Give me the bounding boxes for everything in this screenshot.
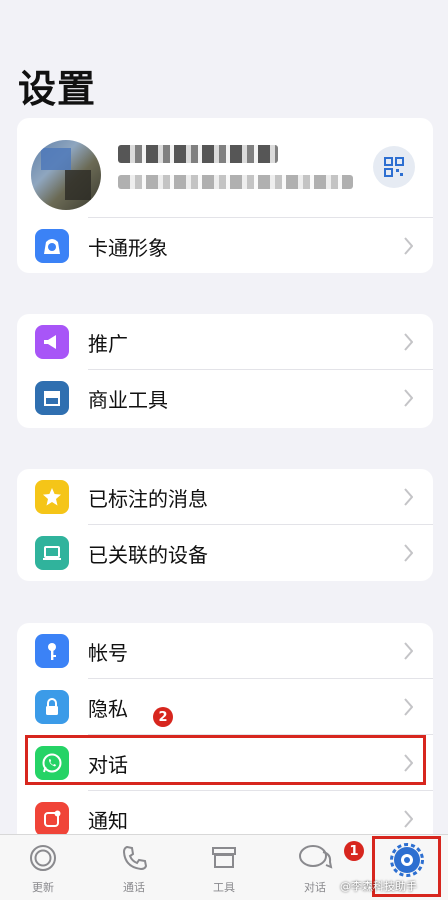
tab-label: 工具 (213, 881, 235, 894)
chevron-right-icon (404, 488, 413, 506)
settings-row-account[interactable]: 帐号 (17, 623, 433, 679)
watermark: @李森科技助手 (340, 880, 417, 893)
qr-code-icon (384, 157, 404, 177)
profile-row[interactable] (17, 118, 433, 218)
tab-label: 对话 (304, 881, 326, 894)
star-icon (35, 480, 69, 514)
settings-row-label: 隐私 (88, 696, 128, 721)
settings-row-privacy[interactable]: 隐私 (17, 679, 433, 735)
settings-row-label: 推广 (88, 331, 128, 356)
chevron-right-icon (404, 698, 413, 716)
business-group: 推广 商业工具 (17, 314, 433, 428)
settings-row-label: 已标注的消息 (88, 486, 208, 511)
settings-row-business-tools[interactable]: 商业工具 (17, 370, 433, 426)
step-badge-2: 2 (153, 707, 173, 727)
laptop-icon (35, 536, 69, 570)
storefront-icon (212, 847, 236, 868)
avatar-face-icon (35, 229, 69, 263)
chats-highlight-box (25, 735, 426, 785)
tab-label: 更新 (32, 881, 54, 894)
tab-calls[interactable]: 通话 (99, 843, 169, 897)
settings-row-avatar[interactable]: 卡通形象 (17, 218, 433, 273)
settings-row-label: 已关联的设备 (88, 542, 208, 567)
settings-row-label: 帐号 (88, 640, 128, 665)
updates-icon (30, 845, 56, 871)
profile-status-blurred (118, 175, 353, 189)
storefront-icon (35, 381, 69, 415)
page-title: 设置 (18, 67, 97, 111)
chevron-right-icon (404, 333, 413, 351)
settings-row-linked-devices[interactable]: 已关联的设备 (17, 525, 433, 581)
profile-name-blurred (118, 145, 278, 163)
avatar[interactable] (31, 140, 101, 210)
chat-bubbles-icon (299, 845, 333, 869)
megaphone-icon (35, 325, 69, 359)
lock-icon (35, 690, 69, 724)
chevron-right-icon (404, 642, 413, 660)
phone-icon (122, 845, 148, 871)
chevron-right-icon (404, 237, 413, 255)
notification-icon (35, 802, 69, 836)
settings-row-promote[interactable]: 推广 (17, 314, 433, 370)
tab-updates[interactable]: 更新 (8, 843, 78, 897)
settings-row-label: 通知 (88, 808, 128, 833)
qr-code-button[interactable] (373, 146, 415, 188)
settings-row-label: 卡通形象 (88, 235, 168, 260)
chevron-right-icon (404, 544, 413, 562)
tab-label: 通话 (123, 881, 145, 894)
key-icon (35, 634, 69, 668)
profile-card: 卡通形象 (17, 118, 433, 273)
messages-group: 已标注的消息 已关联的设备 (17, 469, 433, 581)
step-badge-1: 1 (344, 841, 364, 861)
chevron-right-icon (404, 389, 413, 407)
tab-tools[interactable]: 工具 (189, 843, 259, 897)
settings-row-starred[interactable]: 已标注的消息 (17, 469, 433, 525)
chevron-right-icon (404, 810, 413, 828)
settings-row-label: 商业工具 (88, 387, 168, 412)
